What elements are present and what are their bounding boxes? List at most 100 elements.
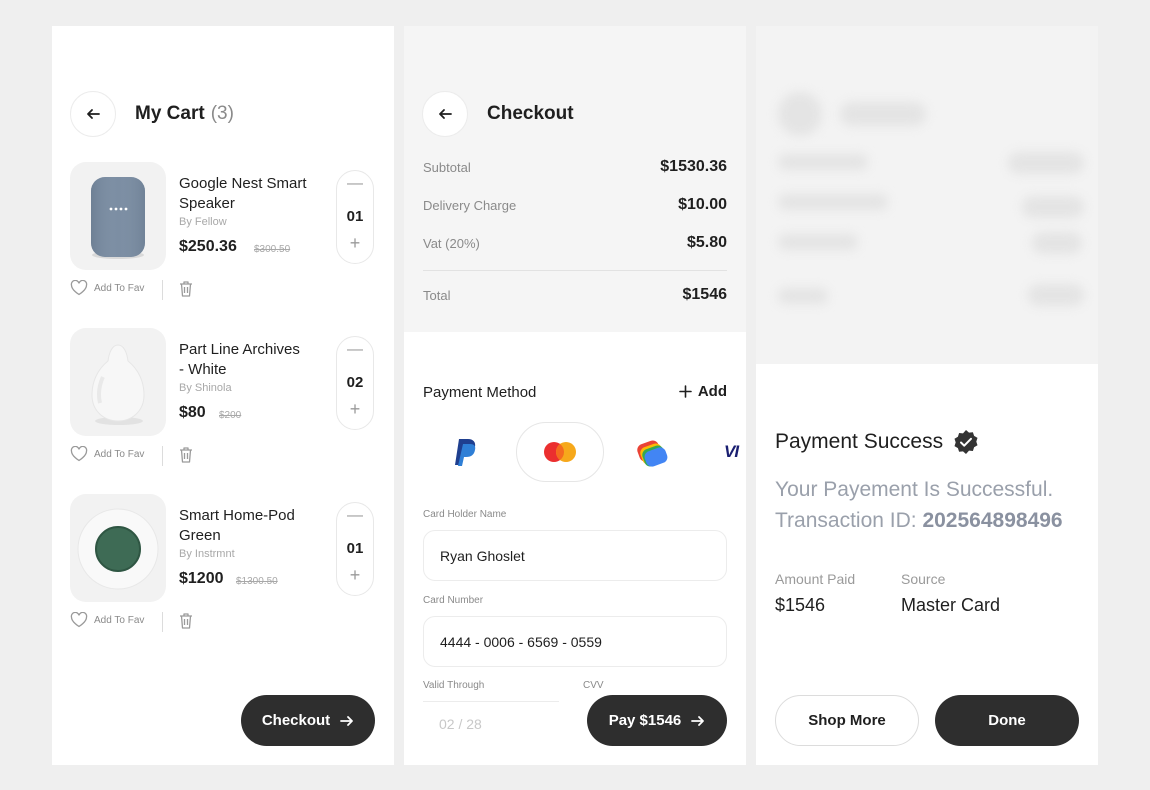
divider [162, 612, 163, 632]
paypal-option[interactable] [448, 422, 484, 482]
visa-option[interactable]: VI [724, 422, 746, 482]
card-number-label: Card Number [423, 595, 484, 606]
product-old-price: $1300.50 [236, 576, 278, 587]
transaction-id: 202564898496 [922, 509, 1063, 532]
heart-icon [70, 446, 88, 462]
add-to-fav-button[interactable]: Add To Fav [70, 280, 144, 296]
add-to-fav-button[interactable]: Add To Fav [70, 446, 144, 462]
quantity-stepper: — 01 + [336, 502, 374, 596]
card-number-input[interactable]: 4444 - 0006 - 6569 - 0559 [423, 616, 727, 667]
product-brand: By Fellow [179, 216, 227, 228]
quantity-value: 01 [346, 540, 364, 557]
payment-success-screen: Payment Success Your Payement Is Success… [756, 26, 1098, 765]
amount-paid-value: $1546 [775, 595, 826, 615]
divider [162, 446, 163, 466]
verified-badge-icon [954, 430, 978, 454]
quantity-value: 01 [346, 208, 364, 225]
product-image [70, 494, 166, 602]
increase-button[interactable]: + [337, 233, 373, 254]
source-value: Master Card [901, 595, 1001, 615]
total-label: Total [423, 288, 451, 303]
done-button-label: Done [988, 712, 1026, 729]
cart-count: (3) [210, 103, 234, 124]
add-to-fav-label: Add To Fav [94, 614, 145, 626]
plus-icon [679, 385, 692, 398]
paypal-icon [455, 439, 476, 466]
cart-item: Smart Home-Pod Green By Instrmnt $1200 $… [70, 494, 376, 634]
product-price: $250.36 [179, 238, 237, 255]
card-holder-input[interactable]: Ryan Ghoslet [423, 530, 727, 581]
success-title: Payment Success [775, 429, 979, 455]
product-price: $1200 [179, 570, 224, 587]
arrow-right-icon [340, 715, 354, 726]
pay-button-label: Pay $1546 [608, 712, 682, 729]
source-label: Source [901, 571, 946, 587]
quantity-stepper: — 02 + [336, 336, 374, 430]
google-pay-option[interactable] [634, 422, 670, 482]
shop-more-button[interactable]: Shop More [775, 695, 919, 746]
divider [423, 270, 727, 271]
payment-method-label: Payment Method [423, 384, 537, 401]
add-to-fav-button[interactable]: Add To Fav [70, 612, 144, 628]
arrow-left-icon [87, 109, 100, 119]
product-old-price: $300.50 [254, 244, 291, 255]
divider [162, 280, 163, 300]
back-button[interactable] [422, 91, 468, 137]
decrease-button[interactable]: — [337, 341, 373, 359]
pay-button[interactable]: Pay $1546 [587, 695, 727, 746]
total-value: $1546 [682, 286, 728, 303]
product-brand: By Instrmnt [179, 548, 235, 560]
add-to-fav-label: Add To Fav [94, 448, 145, 460]
heart-icon [70, 280, 88, 296]
increase-button[interactable]: + [337, 565, 373, 586]
arrow-left-icon [439, 109, 452, 119]
add-label: Add [697, 383, 727, 400]
page-title: Checkout [487, 103, 574, 124]
product-price: $80 [179, 404, 206, 421]
product-brand: By Shinola [179, 382, 232, 394]
delivery-label: Delivery Charge [423, 198, 517, 213]
total-row: Total $1546 [423, 286, 727, 308]
add-to-fav-label: Add To Fav [94, 282, 145, 294]
vat-row: Vat (20%) $5.80 [423, 234, 727, 256]
blurred-background [756, 26, 1098, 364]
subtotal-row: Subtotal $1530.36 [423, 158, 727, 180]
product-image [70, 162, 166, 270]
trash-icon[interactable] [178, 280, 194, 298]
product-name: Part Line Archives - White [179, 341, 300, 378]
quantity-stepper: — 01 + [336, 170, 374, 264]
add-payment-button[interactable]: Add [679, 383, 727, 400]
checkout-button[interactable]: Checkout [241, 695, 375, 746]
increase-button[interactable]: + [337, 399, 373, 420]
cart-item: Part Line Archives - White By Shinola $8… [70, 328, 376, 468]
mastercard-option[interactable] [516, 422, 604, 482]
cart-title-text: My Cart [135, 103, 205, 124]
vat-label: Vat (20%) [423, 236, 480, 251]
page-title: My Cart (3) [135, 103, 234, 125]
cart-screen: My Cart (3) Google Nest Smart Speaker By … [52, 26, 394, 765]
product-name: Smart Home-Pod Green [179, 507, 295, 544]
product-image [70, 328, 166, 436]
subtotal-label: Subtotal [423, 160, 471, 175]
vat-value: $5.80 [686, 234, 727, 251]
visa-icon: VI [724, 442, 739, 461]
amount-paid-label: Amount Paid [775, 571, 856, 587]
product-name: Google Nest Smart Speaker [179, 175, 307, 212]
trash-icon[interactable] [178, 446, 194, 464]
delivery-value: $10.00 [678, 196, 727, 213]
valid-through-border [423, 701, 559, 702]
heart-icon [70, 612, 88, 628]
back-button[interactable] [70, 91, 116, 137]
trash-icon[interactable] [178, 612, 194, 630]
transaction-label: Transaction ID: [775, 509, 917, 532]
quantity-value: 02 [346, 374, 364, 391]
success-message-text: Your Payement Is Successful. [775, 478, 1054, 501]
valid-through-input[interactable]: 02 / 28 [439, 716, 482, 732]
card-holder-label: Card Holder Name [423, 509, 507, 520]
subtotal-value: $1530.36 [660, 158, 727, 175]
decrease-button[interactable]: — [337, 175, 373, 193]
done-button[interactable]: Done [935, 695, 1079, 746]
checkout-screen: Checkout Subtotal $1530.36 Delivery Char… [404, 26, 746, 765]
checkout-button-label: Checkout [261, 712, 331, 729]
decrease-button[interactable]: — [337, 507, 373, 525]
